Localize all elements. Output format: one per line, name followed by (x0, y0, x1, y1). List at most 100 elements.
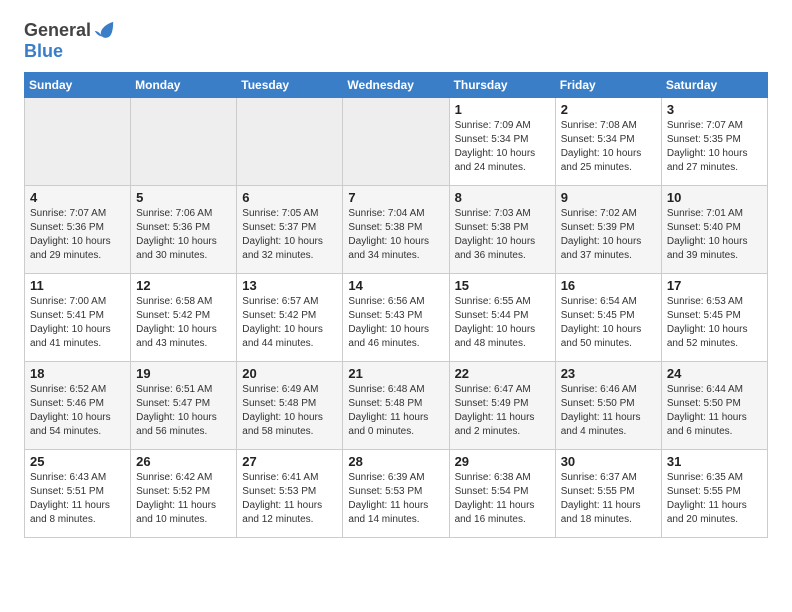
day-number: 21 (348, 366, 443, 381)
day-info: Sunrise: 6:41 AM Sunset: 5:53 PM Dayligh… (242, 471, 337, 527)
day-info: Sunrise: 6:58 AM Sunset: 5:42 PM Dayligh… (136, 295, 231, 351)
calendar-cell: 22 Sunrise: 6:47 AM Sunset: 5:49 PM Dayli… (449, 362, 555, 450)
calendar-cell: 7 Sunrise: 7:04 AM Sunset: 5:38 PM Daylig… (343, 186, 449, 274)
calendar-header-row: SundayMondayTuesdayWednesdayThursdayFrid… (25, 73, 768, 98)
calendar-cell: 24 Sunrise: 6:44 AM Sunset: 5:50 PM Dayli… (661, 362, 767, 450)
day-info: Sunrise: 7:07 AM Sunset: 5:36 PM Dayligh… (30, 207, 125, 263)
calendar-cell: 12 Sunrise: 6:58 AM Sunset: 5:42 PM Dayli… (131, 274, 237, 362)
day-number: 10 (667, 190, 762, 205)
calendar-cell: 28 Sunrise: 6:39 AM Sunset: 5:53 PM Dayli… (343, 450, 449, 538)
logo-blue-text: Blue (24, 41, 63, 61)
header: General Blue (24, 20, 768, 62)
calendar-cell (25, 98, 131, 186)
calendar-cell (237, 98, 343, 186)
day-info: Sunrise: 6:42 AM Sunset: 5:52 PM Dayligh… (136, 471, 231, 527)
day-info: Sunrise: 6:48 AM Sunset: 5:48 PM Dayligh… (348, 383, 443, 439)
day-info: Sunrise: 6:53 AM Sunset: 5:45 PM Dayligh… (667, 295, 762, 351)
logo-bird-icon (93, 20, 115, 42)
day-number: 29 (455, 454, 550, 469)
day-of-week-header: Tuesday (237, 73, 343, 98)
calendar-cell: 16 Sunrise: 6:54 AM Sunset: 5:45 PM Dayli… (555, 274, 661, 362)
calendar-cell: 17 Sunrise: 6:53 AM Sunset: 5:45 PM Dayli… (661, 274, 767, 362)
day-number: 2 (561, 102, 656, 117)
calendar-week-row: 25 Sunrise: 6:43 AM Sunset: 5:51 PM Dayli… (25, 450, 768, 538)
calendar-cell: 2 Sunrise: 7:08 AM Sunset: 5:34 PM Daylig… (555, 98, 661, 186)
day-info: Sunrise: 7:04 AM Sunset: 5:38 PM Dayligh… (348, 207, 443, 263)
calendar-cell: 11 Sunrise: 7:00 AM Sunset: 5:41 PM Dayli… (25, 274, 131, 362)
calendar-cell: 1Sunrise: 7:09 AM Sunset: 5:34 PM Daylig… (449, 98, 555, 186)
day-number: 19 (136, 366, 231, 381)
day-number: 22 (455, 366, 550, 381)
day-info: Sunrise: 6:51 AM Sunset: 5:47 PM Dayligh… (136, 383, 231, 439)
day-number: 24 (667, 366, 762, 381)
day-number: 27 (242, 454, 337, 469)
calendar-week-row: 18Sunrise: 6:52 AM Sunset: 5:46 PM Dayli… (25, 362, 768, 450)
calendar-cell: 27 Sunrise: 6:41 AM Sunset: 5:53 PM Dayli… (237, 450, 343, 538)
day-number: 11 (30, 278, 125, 293)
day-info: Sunrise: 6:52 AM Sunset: 5:46 PM Dayligh… (30, 383, 125, 439)
day-of-week-header: Monday (131, 73, 237, 98)
day-number: 23 (561, 366, 656, 381)
day-of-week-header: Wednesday (343, 73, 449, 98)
calendar-cell: 30 Sunrise: 6:37 AM Sunset: 5:55 PM Dayli… (555, 450, 661, 538)
calendar-week-row: 11 Sunrise: 7:00 AM Sunset: 5:41 PM Dayli… (25, 274, 768, 362)
calendar-cell (131, 98, 237, 186)
calendar-body: 1Sunrise: 7:09 AM Sunset: 5:34 PM Daylig… (25, 98, 768, 538)
day-info: Sunrise: 7:03 AM Sunset: 5:38 PM Dayligh… (455, 207, 550, 263)
day-info: Sunrise: 6:47 AM Sunset: 5:49 PM Dayligh… (455, 383, 550, 439)
day-number: 31 (667, 454, 762, 469)
calendar-cell: 31Sunrise: 6:35 AM Sunset: 5:55 PM Dayli… (661, 450, 767, 538)
day-of-week-header: Thursday (449, 73, 555, 98)
calendar-cell: 29 Sunrise: 6:38 AM Sunset: 5:54 PM Dayli… (449, 450, 555, 538)
day-number: 30 (561, 454, 656, 469)
day-info: Sunrise: 6:39 AM Sunset: 5:53 PM Dayligh… (348, 471, 443, 527)
day-info: Sunrise: 6:56 AM Sunset: 5:43 PM Dayligh… (348, 295, 443, 351)
day-info: Sunrise: 7:01 AM Sunset: 5:40 PM Dayligh… (667, 207, 762, 263)
day-number: 28 (348, 454, 443, 469)
logo-general-text: General (24, 21, 91, 41)
day-number: 17 (667, 278, 762, 293)
day-info: Sunrise: 7:08 AM Sunset: 5:34 PM Dayligh… (561, 119, 656, 175)
calendar-week-row: 4 Sunrise: 7:07 AM Sunset: 5:36 PM Daylig… (25, 186, 768, 274)
day-info: Sunrise: 6:38 AM Sunset: 5:54 PM Dayligh… (455, 471, 550, 527)
day-number: 14 (348, 278, 443, 293)
day-number: 6 (242, 190, 337, 205)
day-number: 7 (348, 190, 443, 205)
calendar-cell: 14 Sunrise: 6:56 AM Sunset: 5:43 PM Dayli… (343, 274, 449, 362)
day-number: 1 (455, 102, 550, 117)
calendar-cell: 26Sunrise: 6:42 AM Sunset: 5:52 PM Dayli… (131, 450, 237, 538)
calendar-cell: 8Sunrise: 7:03 AM Sunset: 5:38 PM Daylig… (449, 186, 555, 274)
calendar-cell: 15Sunrise: 6:55 AM Sunset: 5:44 PM Dayli… (449, 274, 555, 362)
day-number: 4 (30, 190, 125, 205)
day-number: 25 (30, 454, 125, 469)
day-number: 20 (242, 366, 337, 381)
day-info: Sunrise: 7:02 AM Sunset: 5:39 PM Dayligh… (561, 207, 656, 263)
day-info: Sunrise: 6:55 AM Sunset: 5:44 PM Dayligh… (455, 295, 550, 351)
day-number: 3 (667, 102, 762, 117)
day-info: Sunrise: 7:06 AM Sunset: 5:36 PM Dayligh… (136, 207, 231, 263)
day-info: Sunrise: 7:00 AM Sunset: 5:41 PM Dayligh… (30, 295, 125, 351)
day-info: Sunrise: 6:37 AM Sunset: 5:55 PM Dayligh… (561, 471, 656, 527)
day-number: 12 (136, 278, 231, 293)
calendar-week-row: 1Sunrise: 7:09 AM Sunset: 5:34 PM Daylig… (25, 98, 768, 186)
calendar-cell: 18Sunrise: 6:52 AM Sunset: 5:46 PM Dayli… (25, 362, 131, 450)
calendar-cell: 9 Sunrise: 7:02 AM Sunset: 5:39 PM Daylig… (555, 186, 661, 274)
day-info: Sunrise: 6:44 AM Sunset: 5:50 PM Dayligh… (667, 383, 762, 439)
day-info: Sunrise: 7:07 AM Sunset: 5:35 PM Dayligh… (667, 119, 762, 175)
calendar-cell: 23Sunrise: 6:46 AM Sunset: 5:50 PM Dayli… (555, 362, 661, 450)
calendar-cell: 19 Sunrise: 6:51 AM Sunset: 5:47 PM Dayli… (131, 362, 237, 450)
day-info: Sunrise: 6:54 AM Sunset: 5:45 PM Dayligh… (561, 295, 656, 351)
logo: General Blue (24, 20, 115, 62)
day-info: Sunrise: 6:49 AM Sunset: 5:48 PM Dayligh… (242, 383, 337, 439)
day-info: Sunrise: 7:05 AM Sunset: 5:37 PM Dayligh… (242, 207, 337, 263)
day-number: 9 (561, 190, 656, 205)
day-number: 13 (242, 278, 337, 293)
day-number: 16 (561, 278, 656, 293)
day-of-week-header: Saturday (661, 73, 767, 98)
calendar-cell: 21 Sunrise: 6:48 AM Sunset: 5:48 PM Dayli… (343, 362, 449, 450)
calendar-cell: 6 Sunrise: 7:05 AM Sunset: 5:37 PM Daylig… (237, 186, 343, 274)
day-number: 5 (136, 190, 231, 205)
calendar-cell: 10 Sunrise: 7:01 AM Sunset: 5:40 PM Dayli… (661, 186, 767, 274)
calendar-table: SundayMondayTuesdayWednesdayThursdayFrid… (24, 72, 768, 538)
day-info: Sunrise: 6:43 AM Sunset: 5:51 PM Dayligh… (30, 471, 125, 527)
